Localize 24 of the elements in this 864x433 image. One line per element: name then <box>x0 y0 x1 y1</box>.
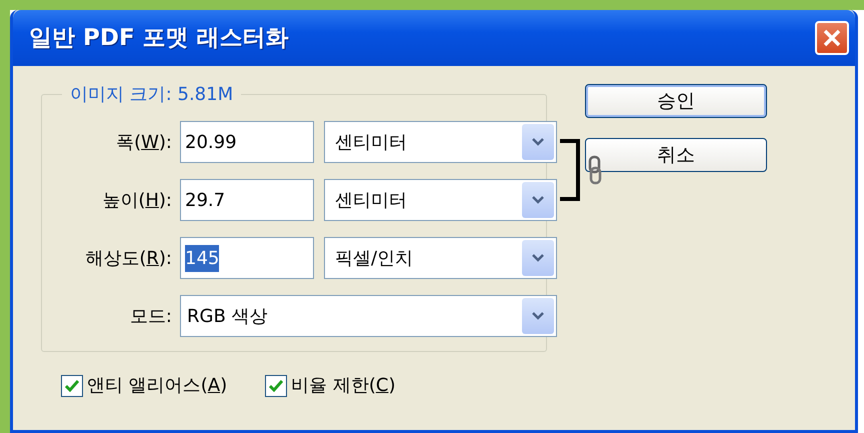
dialog-button[interactable]: 승인 <box>585 84 767 118</box>
link-bracket <box>558 139 582 201</box>
unit-dropdown[interactable]: 픽셀/인치 <box>324 237 557 279</box>
checkbox-label: 앤티 앨리어스(A) <box>87 374 228 398</box>
close-button[interactable] <box>815 21 849 55</box>
unit-dropdown[interactable]: 센티미터 <box>324 121 557 163</box>
checkbox[interactable] <box>61 374 83 396</box>
checkbox-label: 비율 제한(C) <box>291 374 396 398</box>
dialog-button[interactable]: 취소 <box>585 138 767 172</box>
check-icon <box>269 380 284 392</box>
field-label: 해상도(R): <box>84 246 173 270</box>
mode-dropdown[interactable]: RGB 색상 <box>180 295 557 337</box>
close-icon <box>822 28 842 48</box>
window-title: 일반 PDF 포맷 래스터화 <box>29 24 289 53</box>
field-label: 폭(W): <box>115 130 173 154</box>
check-icon <box>65 380 79 392</box>
field-label: 높이(H): <box>101 188 173 212</box>
checkbox[interactable] <box>265 374 288 396</box>
input-field[interactable]: 145 <box>180 237 314 279</box>
chain-link-icon <box>588 155 602 185</box>
unit-dropdown[interactable]: 센티미터 <box>324 179 557 221</box>
input-field[interactable]: 20.99 <box>180 121 314 163</box>
field-label: 모드: <box>128 304 173 328</box>
input-field[interactable]: 29.7 <box>180 179 314 221</box>
